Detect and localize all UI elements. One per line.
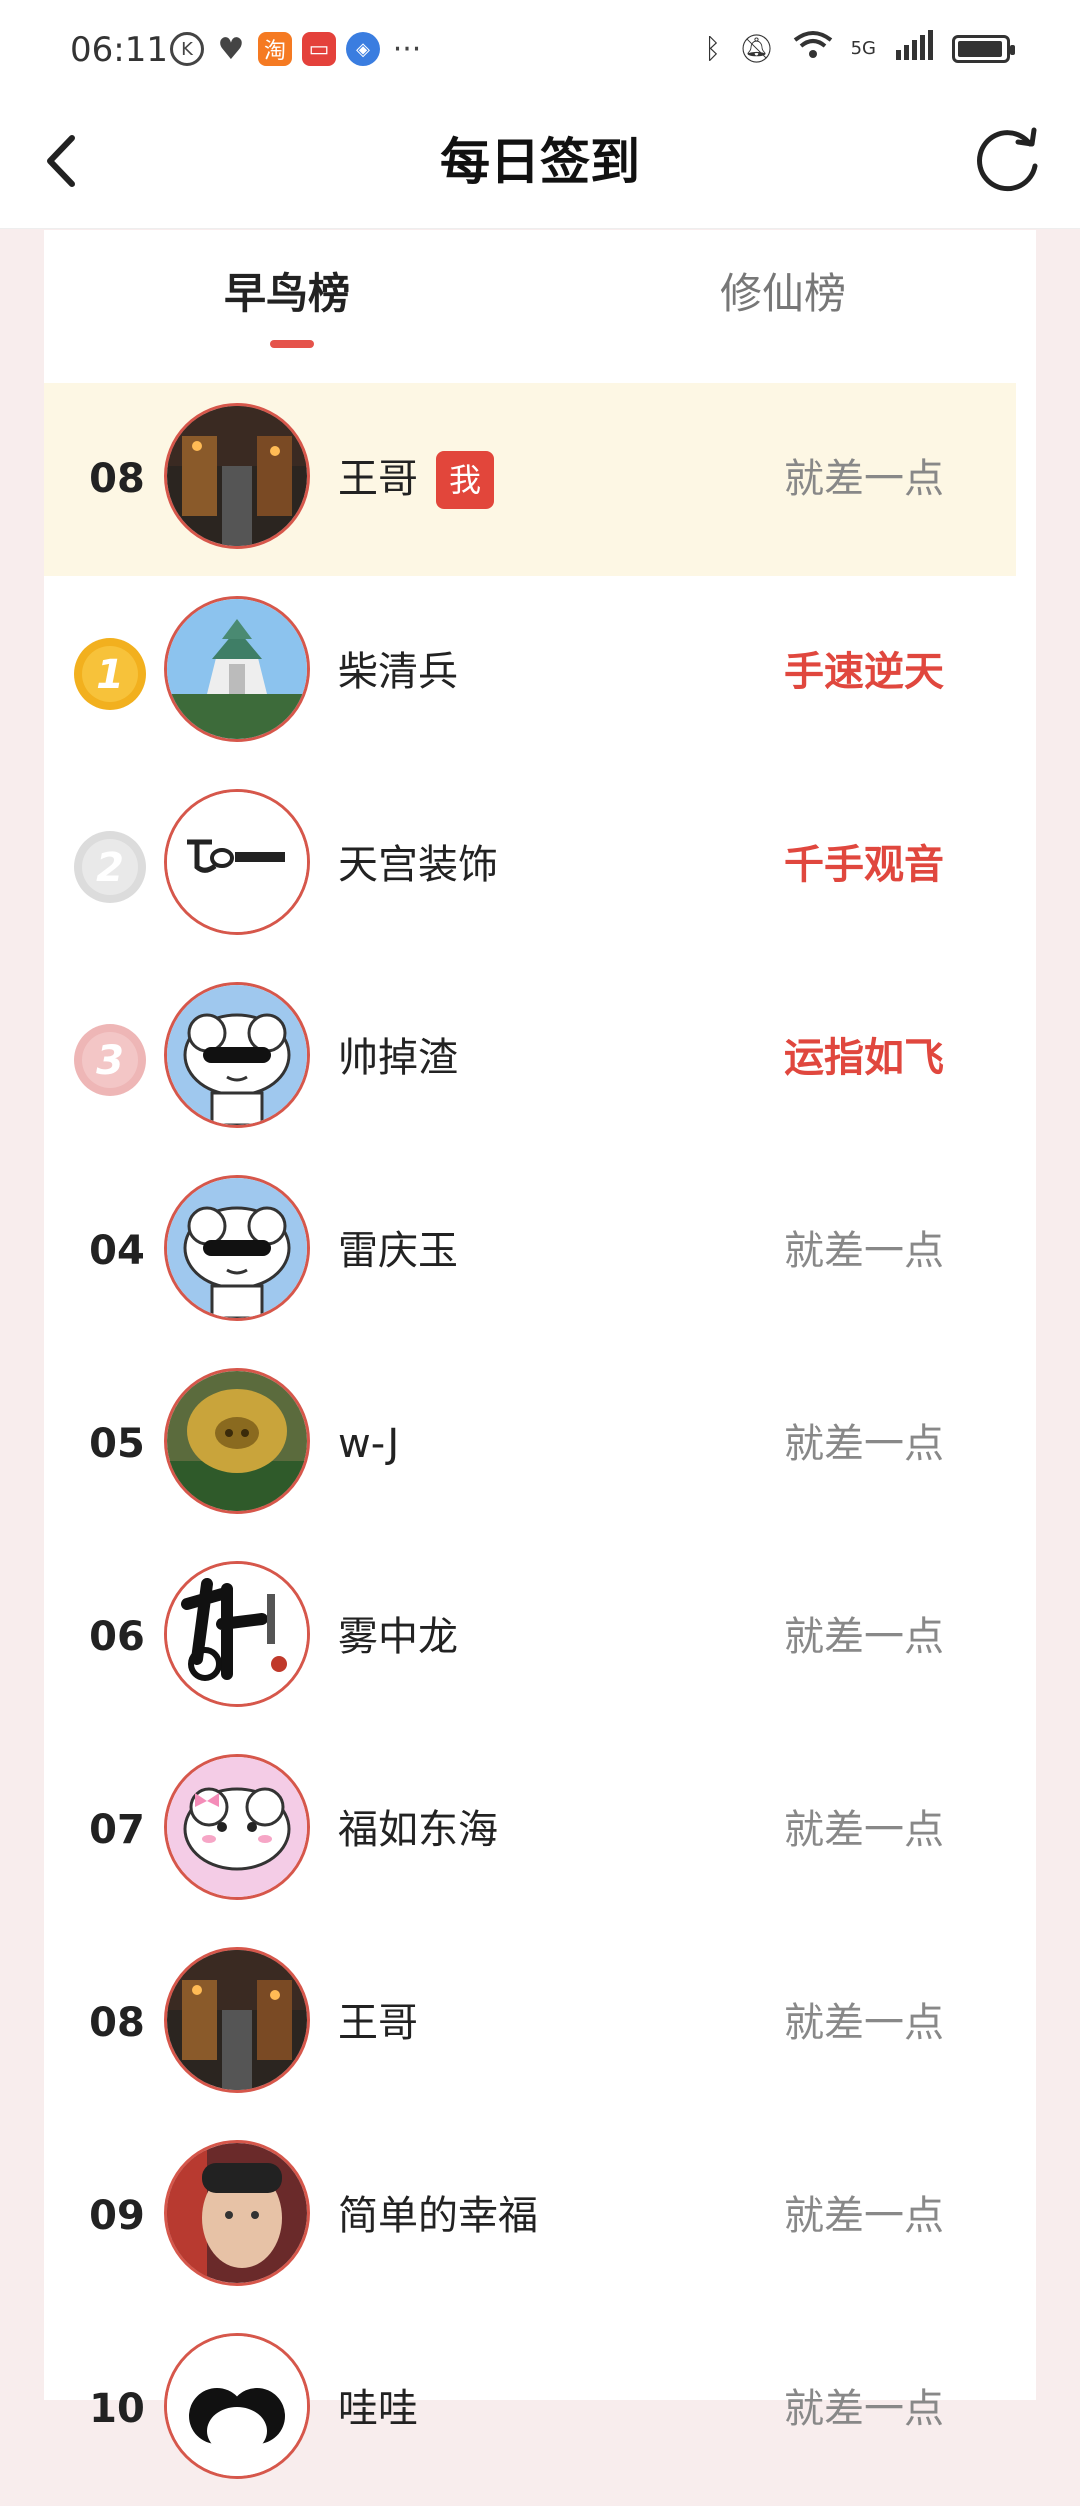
checkin-status: 就差一点	[784, 2193, 944, 2239]
user-name: 天宫装饰	[338, 842, 498, 888]
signal-icon	[894, 30, 934, 67]
rank-row[interactable]: 1 柴清兵 手速逆天	[44, 576, 1016, 769]
tab-bar: 早鸟榜 修仙榜	[44, 230, 1036, 382]
status-time: 06:11	[70, 30, 168, 70]
rank-number: 07	[89, 1807, 145, 1853]
rank-row[interactable]: 10 哇哇 就差一点	[44, 2313, 1016, 2506]
rank-row[interactable]: 3 帅掉渣 运指如飞	[44, 962, 1016, 1155]
user-name: 王哥	[338, 2000, 418, 2046]
checkin-status: 千手观音	[784, 842, 944, 888]
avatar	[164, 1561, 310, 1707]
tab-immortal[interactable]: 修仙榜	[720, 260, 846, 321]
more-icon: ···	[392, 31, 422, 67]
rank-number: 08	[89, 2000, 145, 2046]
rank-number: 09	[89, 2193, 145, 2239]
gold-medal-icon: 1	[74, 638, 146, 710]
rank-list: 08 王哥 我 就差一点 1 柴清兵 手速逆天 2 天宫装饰 千手观音 3 帅掉…	[44, 383, 1016, 2506]
avatar	[164, 403, 310, 549]
checkin-status: 就差一点	[784, 1614, 944, 1660]
checkin-status: 就差一点	[784, 1228, 944, 1274]
user-name: w-J	[338, 1421, 400, 1467]
leaderboard-panel: 早鸟榜 修仙榜 08 王哥 我 就差一点 1 柴清兵 手速逆天 2 天宫装饰 千…	[44, 230, 1036, 2479]
globe-icon: ◈	[346, 32, 380, 66]
medal-rank: 2	[96, 845, 124, 891]
avatar	[164, 1947, 310, 2093]
tab-early-bird[interactable]: 早鸟榜	[224, 260, 350, 321]
checkin-status: 运指如飞	[784, 1035, 944, 1081]
page-title: 每日签到	[440, 133, 640, 191]
avatar	[164, 789, 310, 935]
user-name: 柴清兵	[338, 649, 458, 695]
checkin-status: 就差一点	[784, 456, 944, 502]
checkin-status: 就差一点	[784, 2000, 944, 2046]
heart-icon: ♥	[217, 31, 245, 67]
status-bar: 06:11 K ♥ 淘 ▭ ◈ ··· ᛒ 🔕︎ 5G	[0, 0, 1080, 100]
rank-row[interactable]: 08 王哥 就差一点	[44, 1927, 1016, 2120]
rank-number: 10	[89, 2386, 145, 2432]
active-tab-indicator	[270, 340, 314, 348]
bluetooth-icon: ᛒ	[704, 32, 722, 65]
rank-row[interactable]: 06 雾中龙 就差一点	[44, 1541, 1016, 1734]
avatar	[164, 1175, 310, 1321]
silver-medal-icon: 2	[74, 831, 146, 903]
rank-number: 06	[89, 1614, 145, 1660]
user-name: 福如东海	[338, 1807, 498, 1853]
user-name: 哇哇	[338, 2386, 418, 2432]
mute-icon: 🔕︎	[739, 32, 775, 65]
avatar	[164, 982, 310, 1128]
rank-row[interactable]: 2 天宫装饰 千手观音	[44, 769, 1016, 962]
medal-rank: 1	[96, 652, 124, 698]
my-rank-row[interactable]: 08 王哥 我 就差一点	[44, 383, 1016, 576]
bronze-medal-icon: 3	[74, 1024, 146, 1096]
user-name: 简单的幸福	[338, 2193, 538, 2239]
network-label: 5G	[850, 38, 876, 59]
checkin-status: 手速逆天	[784, 649, 944, 695]
checkin-status: 就差一点	[784, 1807, 944, 1853]
wifi-icon	[793, 30, 833, 67]
avatar	[164, 2333, 310, 2479]
user-name: 帅掉渣	[338, 1035, 458, 1081]
battery-icon	[952, 34, 1015, 63]
rank-number: 04	[89, 1228, 145, 1274]
user-name: 王哥	[338, 456, 418, 502]
checkin-status: 就差一点	[784, 2386, 944, 2432]
rank-row[interactable]: 04 雷庆玉 就差一点	[44, 1155, 1016, 1348]
avatar	[164, 2140, 310, 2286]
medal-rank: 3	[96, 1038, 124, 1084]
checkin-status: 就差一点	[784, 1421, 944, 1467]
refresh-icon[interactable]	[970, 122, 1044, 196]
avatar	[164, 1368, 310, 1514]
k-app-icon: K	[170, 32, 204, 66]
nav-bar: 每日签到	[0, 100, 1080, 229]
red-book-icon: ▭	[302, 32, 336, 66]
rank-number: 05	[89, 1421, 145, 1467]
rank-row[interactable]: 05 w-J 就差一点	[44, 1348, 1016, 1541]
user-name: 雷庆玉	[338, 1228, 458, 1274]
me-badge: 我	[436, 451, 494, 509]
avatar	[164, 596, 310, 742]
avatar	[164, 1754, 310, 1900]
rank-row[interactable]: 07 福如东海 就差一点	[44, 1734, 1016, 1927]
notification-icons: K ♥ 淘 ▭ ◈ ···	[170, 31, 424, 67]
rank-row[interactable]: 09 简单的幸福 就差一点	[44, 2120, 1016, 2313]
user-name: 雾中龙	[338, 1614, 458, 1660]
taobao-icon: 淘	[258, 32, 292, 66]
rank-number: 08	[89, 456, 145, 502]
